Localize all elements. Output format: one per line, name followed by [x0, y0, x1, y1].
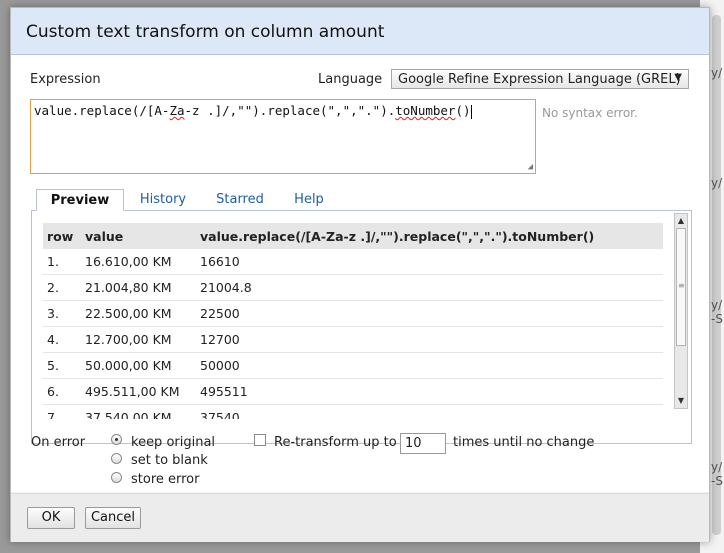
expression-text: toNumber	[395, 103, 456, 118]
row-number: 7.	[43, 404, 81, 419]
retransform-suffix: times until no change	[453, 435, 595, 450]
original-value: 12.700,00 KM	[81, 326, 196, 353]
radio-set-to-blank[interactable]	[111, 453, 122, 464]
dialog-body: Expression Language Google Refine Expres…	[11, 55, 709, 492]
text-caret	[470, 104, 472, 119]
expression-text: value.replace(/[A-	[34, 103, 170, 118]
table-header-row: row value value.replace(/[A-Za-z .]/,"")…	[43, 223, 663, 249]
background-text: y/	[711, 298, 723, 312]
transformed-value: 22500	[196, 300, 663, 327]
preview-table: row value value.replace(/[A-Za-z .]/,"")…	[43, 223, 663, 419]
language-select[interactable]: Google Refine Expression Language (GREL)…	[391, 69, 689, 89]
background-text: y/	[711, 176, 723, 190]
scroll-down-icon[interactable]: ▼	[675, 395, 687, 407]
dialog-title: Custom text transform on column amount	[26, 22, 385, 42]
expression-text: -z .]/,"").replace(",",".").	[184, 103, 396, 118]
transformed-value: 37540	[196, 404, 663, 419]
column-header-value: value	[81, 223, 196, 249]
row-number: 4.	[43, 326, 81, 353]
scroll-up-icon[interactable]: ▲	[675, 215, 687, 227]
expression-label: Expression	[30, 72, 101, 87]
expression-text: ()	[455, 103, 471, 118]
resize-handle-icon[interactable]: ◢	[528, 162, 533, 172]
background-text: -S	[711, 312, 723, 326]
retransform-count-input[interactable]: 10	[400, 433, 446, 454]
retransform-checkbox[interactable]	[254, 434, 266, 446]
option-set-to-blank[interactable]: set to blank	[131, 453, 208, 468]
ok-button[interactable]: OK	[27, 507, 75, 529]
tab-preview[interactable]: Preview	[36, 189, 124, 211]
tab-help[interactable]: Help	[287, 189, 331, 211]
scrollbar-thumb[interactable]: ≡	[676, 228, 686, 346]
background-scrollbar	[712, 15, 721, 535]
column-header-expression: value.replace(/[A-Za-z .]/,"").replace("…	[196, 223, 663, 249]
row-number: 2.	[43, 274, 81, 301]
transformed-value: 21004.8	[196, 274, 663, 301]
grip-icon: ≡	[678, 281, 685, 290]
row-number: 5.	[43, 352, 81, 379]
dialog-titlebar[interactable]: Custom text transform on column amount	[11, 8, 709, 55]
table-row: 4. 12.700,00 KM 12700	[43, 326, 663, 353]
table-row: 3. 22.500,00 KM 22500	[43, 300, 663, 327]
original-value: 21.004,80 KM	[81, 274, 196, 301]
row-number: 3.	[43, 300, 81, 327]
chevron-down-icon: ▼	[674, 72, 682, 83]
original-value: 37.540,00 KM	[81, 404, 196, 419]
transformed-value: 50000	[196, 352, 663, 379]
background-text: y/	[711, 460, 723, 474]
row-number: 6.	[43, 378, 81, 405]
syntax-status: No syntax error.	[542, 106, 638, 120]
dialog-footer: OK Cancel	[11, 493, 709, 542]
column-header-row: row	[43, 223, 81, 249]
row-number: 1.	[43, 249, 81, 275]
custom-text-transform-dialog: Custom text transform on column amount E…	[10, 7, 710, 542]
transformed-value: 16610	[196, 249, 663, 275]
table-row: 7. 37.540,00 KM 37540	[43, 404, 663, 419]
option-keep-original[interactable]: keep original	[131, 435, 215, 450]
preview-table-viewport: row value value.replace(/[A-Za-z .]/,"")…	[43, 223, 663, 419]
table-row: 2. 21.004,80 KM 21004.8	[43, 274, 663, 301]
table-row: 5. 50.000,00 KM 50000	[43, 352, 663, 379]
tab-history[interactable]: History	[131, 189, 195, 211]
on-error-label: On error	[31, 435, 86, 450]
original-value: 495.511,00 KM	[81, 378, 196, 405]
retransform-label[interactable]: Re-transform up to	[274, 435, 397, 450]
expression-textarea[interactable]: value.replace(/[A-Za-z .]/,"").replace("…	[30, 99, 536, 174]
original-value: 16.610,00 KM	[81, 249, 196, 275]
table-row: 6. 495.511,00 KM 495511	[43, 378, 663, 405]
expression-text: Za	[169, 103, 185, 118]
transformed-value: 12700	[196, 326, 663, 353]
background-text: -S	[711, 474, 723, 488]
preview-panel: row value value.replace(/[A-Za-z .]/,"")…	[31, 210, 692, 444]
original-value: 22.500,00 KM	[81, 300, 196, 327]
original-value: 50.000,00 KM	[81, 352, 196, 379]
radio-keep-original[interactable]	[111, 434, 122, 445]
tab-starred[interactable]: Starred	[209, 189, 271, 211]
preview-scrollbar[interactable]: ▲ ≡ ▼	[674, 213, 688, 409]
language-select-value: Google Refine Expression Language (GREL)	[398, 72, 681, 87]
transformed-value: 495511	[196, 378, 663, 405]
cancel-button[interactable]: Cancel	[85, 507, 141, 529]
option-store-error[interactable]: store error	[131, 472, 200, 487]
language-label: Language	[318, 72, 383, 87]
table-row: 1. 16.610,00 KM 16610	[43, 249, 663, 275]
radio-store-error[interactable]	[111, 472, 122, 483]
background-text: y/	[711, 66, 723, 80]
